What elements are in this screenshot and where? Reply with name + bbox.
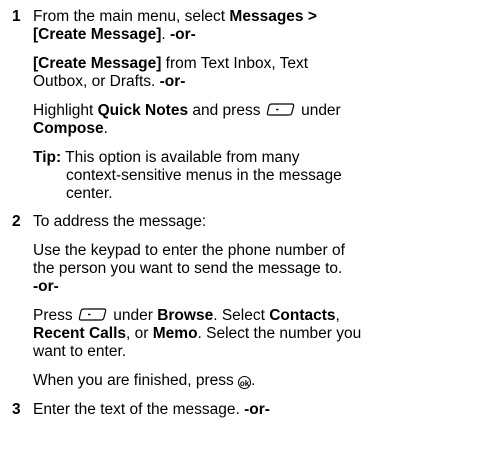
tip-note: Tip: This option is available from many … [33,149,342,202]
step-2-number: 2 [12,213,21,230]
left-softkey-icon [78,307,108,327]
step-1-line3: [Create Message] from Text Inbox, Text [33,55,309,72]
step-2-line3: the person you want to send the message … [33,260,343,277]
step-2-line1: To address the message: [33,213,207,230]
step-2-line7: want to enter. [33,343,127,360]
step-1-number: 1 [12,8,21,25]
step-2-line4: -or- [33,278,59,295]
quick-notes-label: Quick Notes [97,102,189,119]
step-3-number: 3 [12,401,21,418]
menu-create-message: [Create Message] [33,26,162,43]
step-1-line5: Highlight Quick Notes and press under [33,102,473,122]
recent-calls-label: Recent Calls [33,325,127,342]
step-1-line2: [Create Message]. -or- [33,26,196,43]
step-2-line2: Use the keypad to enter the phone number… [33,242,345,259]
step-2-line5: Press under Browse. Select Contacts, [33,307,473,327]
ok-key-icon: ok [238,376,252,389]
tip-label: Tip: [33,149,62,166]
compose-label: Compose [33,120,104,137]
browse-label: Browse [157,307,214,324]
memo-label: Memo [152,325,198,342]
left-softkey-icon [266,102,296,122]
step-1-line4: Outbox, or Drafts. -or- [33,73,186,90]
step-2-line6: Recent Calls, or Memo. Select the number… [33,325,362,342]
step-3-line1: Enter the text of the message. -or- [33,401,270,418]
step-1-line6: Compose. [33,120,108,137]
step-2-line8: When you are finished, press ok. [33,372,256,389]
step-1-line1: From the main menu, select Messages > [33,8,317,25]
contacts-label: Contacts [269,307,336,324]
menu-messages: Messages > [229,8,317,25]
